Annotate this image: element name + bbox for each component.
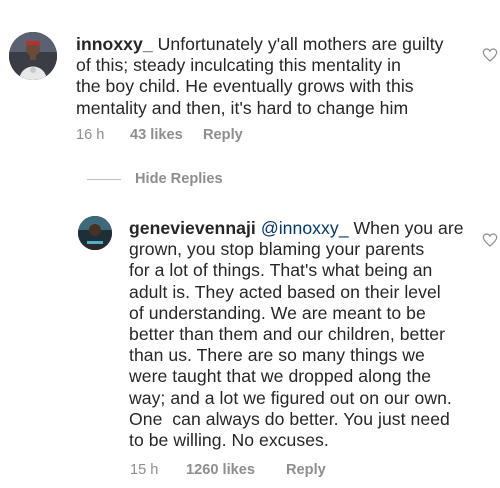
hide-replies-button[interactable]: Hide Replies xyxy=(87,171,223,187)
comment-text: genevievennaji @innoxxy_ When you are gr… xyxy=(129,218,464,451)
heart-outline-icon xyxy=(482,233,498,247)
likes-count[interactable]: 1260 likes xyxy=(186,462,286,478)
reply-button[interactable]: Reply xyxy=(203,127,243,143)
hide-replies-label: Hide Replies xyxy=(135,171,223,187)
like-button[interactable] xyxy=(482,47,498,63)
timestamp: 15 h xyxy=(130,462,159,478)
divider xyxy=(87,178,121,180)
mention-link[interactable]: @innoxxy_ xyxy=(261,218,349,238)
username[interactable]: genevievennaji xyxy=(129,218,256,238)
avatar[interactable] xyxy=(78,216,112,250)
comment-text: innoxxy_ Unfortunately y'all mothers are… xyxy=(76,34,444,118)
avatar[interactable] xyxy=(9,32,57,80)
timestamp: 16 h xyxy=(76,127,105,143)
likes-count[interactable]: 43 likes xyxy=(130,127,203,143)
heart-outline-icon xyxy=(482,48,498,62)
profile-photo-icon xyxy=(9,32,57,80)
comment-meta: 16 h 43 likes Reply xyxy=(76,127,243,143)
reply-button[interactable]: Reply xyxy=(286,462,326,478)
comment-meta: 15 h 1260 likes Reply xyxy=(130,462,326,478)
profile-photo-icon xyxy=(78,216,112,250)
like-button[interactable] xyxy=(482,232,498,248)
username[interactable]: innoxxy_ xyxy=(76,34,153,54)
